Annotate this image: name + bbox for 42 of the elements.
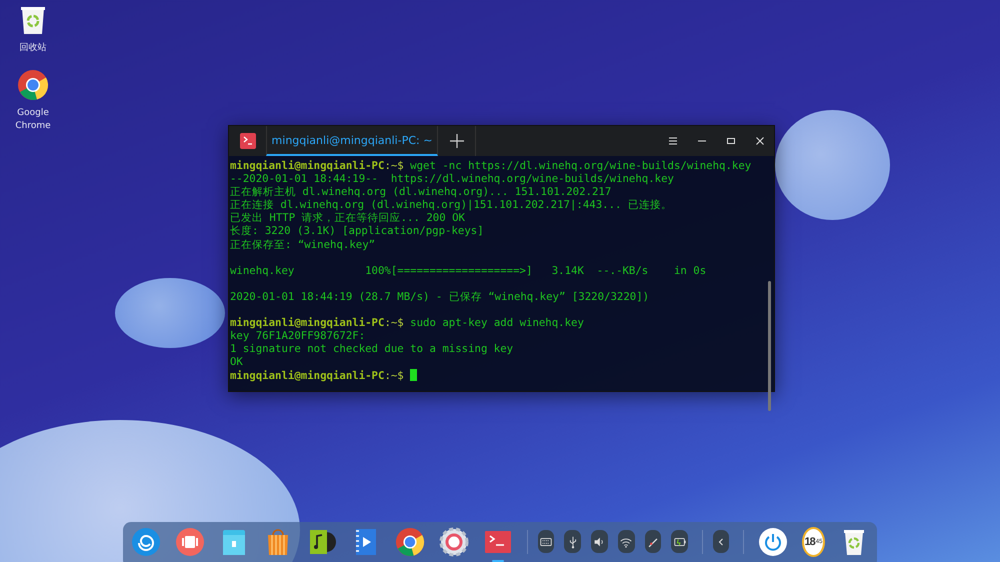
expand-tray-button[interactable]: [712, 530, 730, 553]
prompt-user: mingqianli@mingqianli-PC: [230, 316, 384, 330]
pen-tray-button[interactable]: [644, 530, 662, 553]
command-text: sudo apt-key add winehq.key: [409, 316, 584, 330]
close-icon: [754, 136, 764, 146]
command-text: wget -nc https://dl.winehq.org/wine-builds/winehq.key: [409, 159, 752, 172]
prompt-user: mingqianli@mingqianli-PC: [230, 159, 384, 172]
keyboard-tray-button[interactable]: [538, 530, 554, 553]
output-line: 正在解析主机 dl.winehq.org (dl.winehq.org)... 151.101.202.217: [230, 185, 612, 198]
launcher-icon[interactable]: [131, 527, 161, 557]
prompt-path: :~$: [384, 368, 404, 382]
menu-icon: [668, 136, 678, 146]
power-icon[interactable]: [758, 527, 788, 557]
output-line: key 76F1A20FF987672F:: [230, 329, 366, 342]
browser-icon[interactable]: [17, 69, 49, 101]
terminal-tab[interactable]: mingqianli@mingqianli-PC: ~: [266, 126, 438, 156]
maximize-icon: [726, 136, 736, 146]
desktop-icon-label[interactable]: Google Chrome: [8, 107, 58, 133]
output-line: 已发出 HTTP 请求，正在等待回应... 200 OK: [230, 211, 465, 224]
output-line: 正在连接 dl.winehq.org (dl.winehq.org)|151.101.202.217|:443... 已连接。: [230, 198, 672, 212]
output-line: 1 signature not checked due to a missing key: [230, 342, 514, 356]
music-icon[interactable]: [307, 527, 337, 557]
output-line: 正在保存至: “winehq.key”: [230, 238, 376, 251]
prompt-path: :~$: [384, 316, 404, 330]
multitask-icon[interactable]: [175, 527, 205, 557]
output-line: --2020-01-01 18:44:19-- https://dl.winehq.org/wine-builds/winehq.key: [230, 172, 674, 186]
desktop-icon-label[interactable]: 回收站: [8, 42, 58, 55]
battery-tray-button[interactable]: [671, 530, 688, 553]
wifi-tray-button[interactable]: [618, 530, 635, 553]
gear-icon[interactable]: [439, 527, 469, 557]
browser-icon[interactable]: [395, 527, 425, 557]
scrollbar[interactable]: [768, 281, 771, 411]
output-line: winehq.key 100%[===================>] 3.14K --.-KB/s in 0s: [230, 264, 706, 277]
output-line: 2020-01-01 18:44:19 (28.7 MB/s) - 已保存 “winehq.key” [3220/3220]): [230, 290, 650, 303]
plus-icon: [450, 134, 464, 148]
usb-tray-button[interactable]: [564, 530, 582, 553]
prompt-user: mingqianli@mingqianli-PC: [230, 368, 384, 382]
prompt-path: :~$: [384, 159, 404, 172]
volume-tray-button[interactable]: [591, 530, 608, 553]
output-line: OK: [230, 355, 243, 368]
terminal-icon: [240, 133, 256, 149]
output-line: 长度: 3220 (3.1K) [application/pgp-keys]: [230, 224, 484, 238]
